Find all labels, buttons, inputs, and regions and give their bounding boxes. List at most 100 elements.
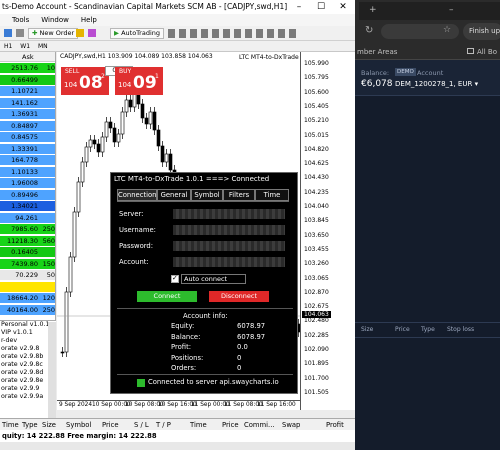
ask-price: 7985.60 (11, 225, 38, 233)
price-tick-label: 104.625 (304, 160, 329, 168)
close-icon[interactable]: ✕ (332, 0, 354, 14)
sell-button[interactable]: SELL 104 08 2 (61, 67, 109, 95)
all-bookmarks[interactable]: All Bo (477, 48, 497, 56)
market-watch-row[interactable]: 164.778 (0, 155, 55, 166)
ea-dialog: LTC MT4-to-DxTrade 1.0.1 ===> Connected … (110, 172, 298, 394)
new-order-button[interactable]: ✚ New Order (28, 28, 79, 39)
buy-label: BUY (119, 68, 132, 75)
toolbar-icon[interactable] (4, 29, 12, 37)
tab-filters[interactable]: Filters (223, 189, 255, 201)
buy-price-small: 104 (118, 81, 132, 89)
tab-general[interactable]: General (157, 189, 191, 201)
market-watch-row[interactable]: 0.16405 (0, 247, 55, 258)
tab-connection[interactable]: Connection (117, 189, 157, 201)
menu-help[interactable]: Help (81, 16, 97, 24)
market-watch-row[interactable]: 70.229 50 (0, 270, 55, 281)
market-watch-row[interactable]: 1.36931 (0, 109, 55, 120)
minimize-icon[interactable]: – (449, 5, 454, 15)
tab-time[interactable]: Time (255, 189, 289, 201)
market-watch-row[interactable]: 40164.00 250 (0, 304, 55, 315)
equity-summary: quity: 14 222.88 Free margin: 14 222.88 (2, 432, 157, 440)
market-watch-row[interactable]: 0.89496 (0, 189, 55, 200)
menu-window[interactable]: Window (41, 16, 69, 24)
disconnect-button[interactable]: Disconnect (209, 291, 269, 302)
market-watch-row[interactable]: 0.66499 (0, 74, 55, 85)
navigator-scrollbar[interactable] (48, 322, 56, 418)
market-watch-row[interactable] (0, 281, 55, 292)
maximize-icon[interactable]: ☐ (310, 0, 332, 14)
username-field[interactable] (173, 225, 285, 235)
ask-price: 1.33391 (11, 144, 38, 153)
market-watch-row[interactable]: 1.96008 (0, 178, 55, 189)
finish-update-button[interactable]: Finish upd (463, 23, 500, 40)
toolbar-icon[interactable] (16, 29, 24, 37)
info-label: Positions: (171, 353, 204, 362)
ask-price: 1.34021 (11, 202, 38, 210)
market-watch-row[interactable]: 7439.80 150 (0, 258, 55, 269)
candle-body (60, 351, 65, 354)
toolbar-icon[interactable] (88, 29, 96, 37)
reload-icon[interactable]: ↻ (365, 25, 373, 36)
spread: 50 (46, 271, 55, 279)
market-watch-row[interactable]: 7985.60 250 (0, 224, 55, 235)
market-watch-row[interactable]: 1.33391 (0, 143, 55, 154)
account-field[interactable] (173, 257, 285, 267)
price-axis: 105.990 105.795 105.600 105.405 105.210 105.0… (300, 52, 355, 410)
connect-button[interactable]: Connect (137, 291, 197, 302)
market-watch-row[interactable]: 18664.20 120 (0, 293, 55, 304)
price-tick-label: 105.210 (304, 117, 329, 125)
minimize-icon[interactable]: – (288, 0, 310, 14)
market-watch-row[interactable]: 141.162 (0, 97, 55, 108)
candle-body (88, 139, 93, 148)
account-select[interactable]: DEM_1200278_1, EUR ▾ (395, 80, 478, 88)
bookmark-item[interactable]: mber Areas (357, 48, 397, 56)
balance-value: €6,078 (361, 79, 393, 89)
tab-symbol[interactable]: Symbol (191, 189, 223, 201)
market-watch-row[interactable]: 11218.30 560 (0, 235, 55, 246)
auto-connect-checkbox[interactable]: ✓ (171, 274, 179, 283)
market-watch-row[interactable]: 1.10721 (0, 86, 55, 97)
price-tick-label: 105.795 (304, 74, 329, 82)
market-watch-row[interactable]: 94.261 (0, 212, 55, 223)
terminal-tabs[interactable] (0, 442, 355, 450)
autotrading-button[interactable]: ▶ AutoTrading (110, 28, 165, 39)
terminal-header: Time Type Size Symbol Price S / LT / P Time Pri… (0, 418, 355, 430)
candle-body (80, 161, 85, 183)
mt4-title: ts-Demo Account - Scandinavian Capital M… (2, 2, 288, 11)
checkmark-icon: ✓ (172, 274, 178, 282)
chart-tools-icons[interactable] (168, 29, 298, 38)
spread: 150 (42, 259, 55, 268)
candle-body (144, 117, 149, 125)
tf-w1[interactable]: W1 (20, 43, 30, 50)
new-tab-icon[interactable]: + (369, 5, 377, 15)
price-tick-label: 103.455 (304, 245, 329, 253)
mt4-menu-bar: Tools Window Help (0, 14, 355, 26)
server-label: Server: (119, 210, 144, 218)
info-label: Equity: (171, 322, 195, 330)
server-field[interactable] (173, 209, 285, 219)
trading-app: Balance: DEMO Account €6,078 DEM_1200278… (355, 60, 500, 450)
buy-button[interactable]: BUY 104 09 1 (115, 67, 163, 95)
tf-mn[interactable]: MN (38, 43, 48, 50)
info-value: 0.0 (237, 343, 248, 351)
table-header-divider (355, 337, 500, 338)
col-size: Size (361, 326, 374, 333)
star-icon[interactable]: ☆ (443, 25, 451, 35)
market-watch-row[interactable]: 2513.76 10 (0, 63, 55, 74)
price-tick-label: 101.895 (304, 360, 329, 368)
tf-m15[interactable]: H1 (4, 43, 12, 50)
market-watch-row[interactable]: 0.84897 (0, 120, 55, 131)
ask-price: 18664.20 (6, 294, 38, 302)
candle-body (140, 103, 145, 119)
price-tick-label: 101.700 (304, 374, 329, 382)
market-watch-row[interactable]: 1.10133 (0, 166, 55, 177)
menu-tools[interactable]: Tools (12, 16, 29, 24)
market-watch-row[interactable]: 1.34021 (0, 201, 55, 212)
price-tick-label: 103.260 (304, 260, 329, 268)
candle-body (152, 111, 157, 131)
market-watch-row[interactable]: 0.84575 (0, 132, 55, 143)
ask-price: 1.10133 (11, 167, 38, 176)
candle-body (92, 139, 97, 145)
password-field[interactable] (173, 241, 285, 251)
toolbar-icon[interactable] (76, 29, 84, 37)
